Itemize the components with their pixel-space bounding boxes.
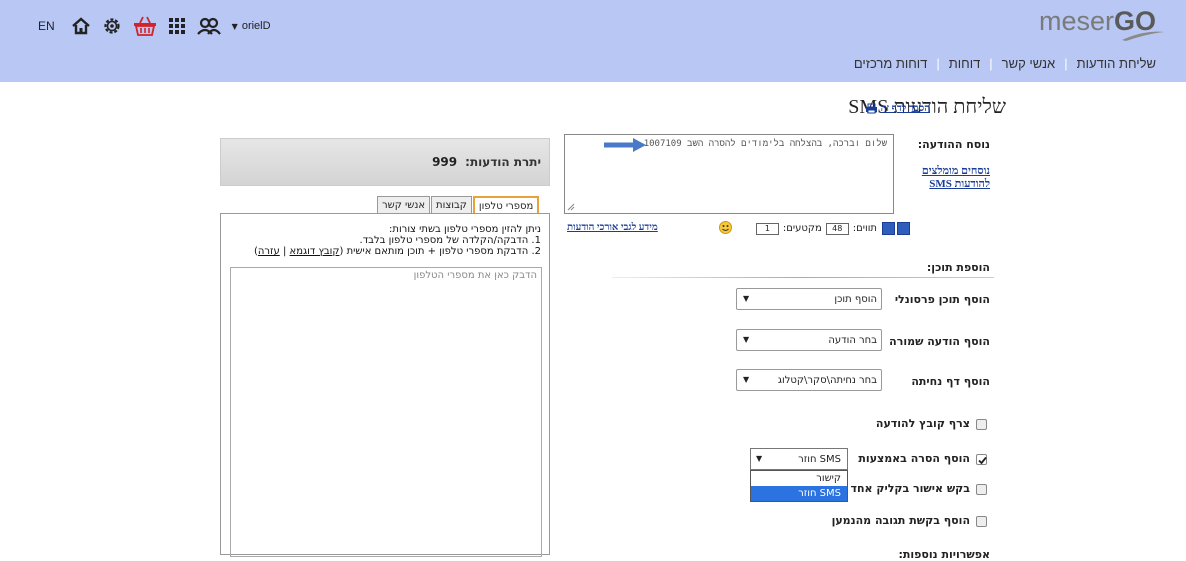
recipient-tabs: מספרי טלפון קבוצות אנשי קשר xyxy=(376,196,540,213)
arrow-right-icon xyxy=(604,138,646,152)
instruction-text: 2. הדבקת מספרי טלפון + תוכן מותאם אישית … xyxy=(339,246,541,257)
message-length-info-link[interactable]: מידע לגבי אורכי הודעות xyxy=(567,222,658,233)
saved-message-label: הוסף הודעה שמורה xyxy=(889,335,990,348)
removal-method-select[interactable]: SMS חוזר ▼ xyxy=(750,448,848,470)
chevron-down-icon: ▼ xyxy=(756,454,763,463)
brand-swoosh-icon xyxy=(1122,31,1164,41)
credit-label: יתרת הודעות: xyxy=(465,155,541,169)
segments-count: 1 xyxy=(755,222,779,235)
message-credit-box: יתרת הודעות: 999 xyxy=(220,138,550,186)
dropdown-option-sms-reply[interactable]: SMS חוזר xyxy=(751,486,847,501)
tab-contacts[interactable]: אנשי קשר xyxy=(377,196,431,213)
confirm-click-label: בקש אישור בקליק אחד xyxy=(850,482,970,495)
reply-request-label: הוסף בקשת תגובה מהנמען xyxy=(831,514,970,527)
attach-file-label: צרף קובץ להודעה xyxy=(875,417,970,430)
phone-numbers-placeholder: הדבק כאן את מספרי הטלפון xyxy=(413,270,537,281)
printer-icon xyxy=(865,103,877,114)
dropdown-option-link[interactable]: קישור xyxy=(751,471,847,486)
emoji-icon[interactable] xyxy=(719,221,732,234)
apps-grid-icon[interactable] xyxy=(168,17,186,35)
section-divider xyxy=(612,277,994,278)
page-help-link[interactable]: הסבר לדף זה xyxy=(865,103,930,114)
shopping-basket-icon[interactable] xyxy=(133,16,157,36)
message-content-label: נוסח ההודעה: xyxy=(917,138,990,151)
nav-next-icon[interactable] xyxy=(897,222,910,235)
tab-groups[interactable]: קבוצות xyxy=(431,196,472,213)
nav-item-reports[interactable]: דוחות xyxy=(949,56,981,71)
instruction-line: ניתן להזין מספרי טלפון בשתי צורות: xyxy=(389,224,541,235)
char-counter: תווים: 48 מקטעים: 1 xyxy=(752,222,910,235)
chevron-down-icon: ▼ xyxy=(743,335,750,344)
brand-text-light: meser xyxy=(1038,6,1114,36)
home-icon[interactable] xyxy=(71,16,91,36)
instruction-line: 1. הדבקה/הקלדה של מספרי טלפון בלבד. xyxy=(359,235,541,246)
saved-message-select[interactable]: בחר הודעה ▼ xyxy=(736,329,882,351)
nav-separator: | xyxy=(1064,56,1068,71)
add-content-title: הוספת תוכן: xyxy=(926,261,990,274)
sample-file-link[interactable]: קובץ דוגמא xyxy=(290,246,340,257)
credit-value: 999 xyxy=(432,155,458,169)
nav-separator: | xyxy=(936,56,940,71)
landing-page-select[interactable]: בחר נחיתה\סקר\קטלוג ▼ xyxy=(736,369,882,391)
users-icon[interactable] xyxy=(196,16,221,36)
username-label[interactable]: orielD xyxy=(242,20,271,32)
nav-prev-icon[interactable] xyxy=(882,222,895,235)
instruction-line: 2. הדבקת מספרי טלפון + תוכן מותאם אישית … xyxy=(254,246,541,257)
checkmark-icon xyxy=(978,456,987,465)
nav-item-send-messages[interactable]: שליחת הודעות xyxy=(1077,56,1156,71)
removal-method-dropdown-list: קישור SMS חוזר xyxy=(750,470,848,502)
link-separator: | xyxy=(279,246,290,257)
landing-page-label: הוסף דף נחיתה xyxy=(911,375,990,388)
recipients-panel: ניתן להזין מספרי טלפון בשתי צורות: 1. הד… xyxy=(220,213,550,557)
language-toggle[interactable]: EN xyxy=(38,19,55,33)
removal-checkbox[interactable] xyxy=(976,454,987,465)
removal-label: הוסף הסרה באמצעות xyxy=(858,452,970,465)
nav-item-central-reports[interactable]: דוחות מרכזים xyxy=(854,56,928,71)
chevron-down-icon[interactable]: ▼ xyxy=(232,22,238,31)
message-text: שלום וברכה, בהצלחה בלימודים להסרה השב 10… xyxy=(643,139,887,149)
chevron-down-icon: ▼ xyxy=(743,294,750,303)
nav-separator: | xyxy=(989,56,993,71)
saved-message-value: בחר הודעה xyxy=(828,334,877,346)
removal-method-value: SMS חוזר xyxy=(798,453,841,465)
chars-count: 48 xyxy=(825,222,849,235)
tab-phone-numbers[interactable]: מספרי טלפון xyxy=(472,196,540,213)
phone-numbers-textarea[interactable]: הדבק כאן את מספרי הטלפון xyxy=(230,267,542,557)
reply-request-checkbox[interactable] xyxy=(976,516,987,527)
resize-grip-icon[interactable] xyxy=(567,203,575,211)
gear-icon[interactable] xyxy=(102,16,122,36)
personal-content-label: הוסף תוכן פרסונלי xyxy=(894,293,990,306)
landing-page-value: בחר נחיתה\סקר\קטלוג xyxy=(777,374,877,386)
personal-content-value: הוסף תוכן xyxy=(834,293,877,305)
chevron-down-icon: ▼ xyxy=(743,375,750,384)
main-nav: שליחת הודעות | אנשי קשר | דוחות | דוחות מרכזים xyxy=(854,56,1156,71)
toolbar-left: EN ▼ orielD xyxy=(38,14,271,38)
chars-label: תווים: xyxy=(852,223,877,234)
segments-label: מקטעים: xyxy=(782,223,822,234)
top-bar: meserGO שליחת הודעות|אנשי קשר|דוחות|דוחו… xyxy=(0,0,1186,82)
personal-content-select[interactable]: הוסף תוכן ▼ xyxy=(736,288,882,310)
page-help-link-text: הסבר לדף זה xyxy=(880,103,930,114)
phone-instructions: ניתן להזין מספרי טלפון בשתי צורות: 1. הד… xyxy=(254,224,541,257)
attach-file-checkbox[interactable] xyxy=(976,419,987,430)
help-link[interactable]: עזרה xyxy=(258,246,280,257)
nav-item-contacts[interactable]: אנשי קשר xyxy=(1002,56,1056,71)
confirm-click-checkbox[interactable] xyxy=(976,484,987,495)
recommended-templates-link[interactable]: נוסחים מומלצים להודעות SMS xyxy=(910,165,990,191)
